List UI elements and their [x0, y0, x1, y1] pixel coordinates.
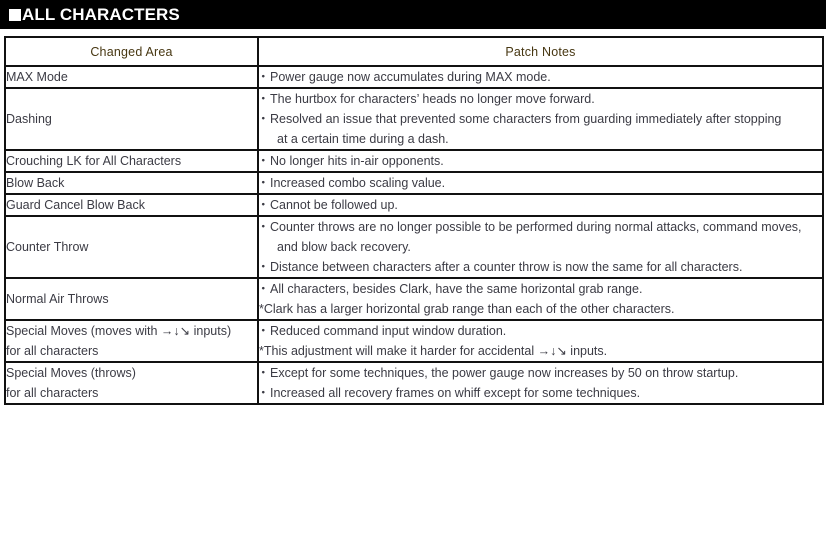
changed-area-line: Blow Back: [6, 176, 65, 190]
patch-note-line: Increased combo scaling value.: [257, 173, 822, 193]
patch-note-line: All characters, besides Clark, have the …: [257, 279, 822, 299]
changed-area-line: Guard Cancel Blow Back: [6, 198, 145, 212]
patch-note-line: Resolved an issue that prevented some ch…: [257, 109, 822, 129]
patch-note-line: No longer hits in-air opponents.: [257, 151, 822, 171]
table-header-row: Changed Area Patch Notes: [4, 36, 824, 67]
table-row: Special Moves (moves with →↓↘ inputs) for…: [4, 319, 824, 363]
cell-patch-notes: All characters, besides Clark, have the …: [257, 277, 824, 321]
changed-area-line: Counter Throw: [6, 240, 89, 254]
patch-note-line: *This adjustment will make it harder for…: [259, 344, 608, 358]
cell-patch-notes: Power gauge now accumulates during MAX m…: [257, 65, 824, 89]
table-row: MAX Mode Power gauge now accumulates duri…: [4, 65, 824, 89]
patch-note-line: Except for some techniques, the power ga…: [257, 363, 822, 383]
patch-note-line: Cannot be followed up.: [257, 195, 822, 215]
cell-patch-notes: The hurtbox for characters’ heads no lon…: [257, 87, 824, 151]
cell-changed-area: Dashing: [4, 87, 259, 151]
cell-changed-area: Blow Back: [4, 171, 259, 195]
cell-changed-area: Crouching LK for All Characters: [4, 149, 259, 173]
cell-changed-area: Special Moves (throws) for all characters: [4, 361, 259, 405]
changed-area-line: Special Moves (moves with →↓↘ inputs): [6, 324, 232, 338]
patch-note-line: and blow back recovery.: [277, 240, 411, 254]
cell-changed-area: Guard Cancel Blow Back: [4, 193, 259, 217]
section-title-label: ALL CHARACTERS: [22, 5, 180, 24]
patch-note-line: Counter throws are no longer possible to…: [257, 217, 822, 237]
cell-changed-area: Special Moves (moves with →↓↘ inputs) for…: [4, 319, 259, 363]
patch-note-line: Reduced command input window duration.: [257, 321, 822, 341]
cell-changed-area: MAX Mode: [4, 65, 259, 89]
cell-patch-notes: Cannot be followed up.: [257, 193, 824, 217]
square-bullet-icon: [9, 9, 21, 21]
table-row: Dashing The hurtbox for characters’ heads…: [4, 87, 824, 151]
patch-note-line: Distance between characters after a coun…: [257, 257, 822, 277]
changed-area-line: Normal Air Throws: [6, 292, 109, 306]
patch-note-line: *Clark has a larger horizontal grab rang…: [259, 302, 675, 316]
changed-area-line: Crouching LK for All Characters: [6, 154, 182, 168]
section-title-bar: ALL CHARACTERS: [0, 0, 826, 29]
patch-note-line: Power gauge now accumulates during MAX m…: [257, 67, 822, 87]
cell-changed-area: Counter Throw: [4, 215, 259, 279]
patch-notes-table-container: Changed Area Patch Notes MAX Mode Power g…: [4, 36, 824, 405]
changed-area-line: MAX Mode: [6, 70, 68, 84]
patch-notes-table: Changed Area Patch Notes MAX Mode Power g…: [4, 36, 824, 405]
cell-patch-notes: Increased combo scaling value.: [257, 171, 824, 195]
changed-area-line: for all characters: [6, 344, 99, 358]
cell-patch-notes: Counter throws are no longer possible to…: [257, 215, 824, 279]
patch-note-line: at a certain time during a dash.: [277, 132, 449, 146]
table-row: Normal Air Throws All characters, besides…: [4, 277, 824, 321]
cell-patch-notes: No longer hits in-air opponents.: [257, 149, 824, 173]
column-header-patch-notes: Patch Notes: [257, 36, 824, 67]
changed-area-line: for all characters: [6, 386, 99, 400]
table-row: Crouching LK for All Characters No longer…: [4, 149, 824, 173]
table-row: Special Moves (throws) for all characters…: [4, 361, 824, 405]
patch-note-line: Increased all recovery frames on whiff e…: [257, 383, 822, 403]
cell-patch-notes: Except for some techniques, the power ga…: [257, 361, 824, 405]
changed-area-line: Special Moves (throws): [6, 366, 136, 380]
table-body: MAX Mode Power gauge now accumulates duri…: [4, 65, 824, 405]
table-row: Guard Cancel Blow Back Cannot be followed…: [4, 193, 824, 217]
table-header: Changed Area Patch Notes: [4, 36, 824, 67]
table-row: Blow Back Increased combo scaling value.: [4, 171, 824, 195]
cell-patch-notes: Reduced command input window duration. *T…: [257, 319, 824, 363]
table-row: Counter Throw Counter throws are no longe…: [4, 215, 824, 279]
cell-changed-area: Normal Air Throws: [4, 277, 259, 321]
column-header-changed-area: Changed Area: [4, 36, 259, 67]
changed-area-line: Dashing: [6, 112, 52, 126]
section-title: ALL CHARACTERS: [0, 0, 180, 29]
patch-note-line: The hurtbox for characters’ heads no lon…: [257, 89, 822, 109]
